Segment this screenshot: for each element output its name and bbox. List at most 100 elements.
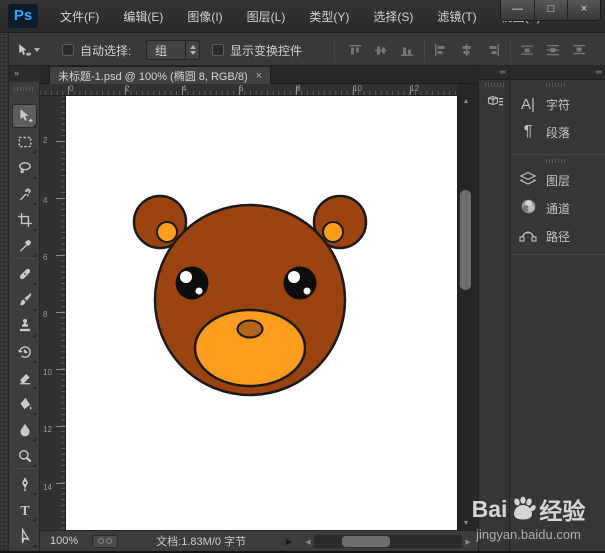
align-vertical-centers-button[interactable] [370,40,392,60]
move-tool-icon [16,43,31,58]
scroll-left-icon[interactable]: ◀ [302,538,314,546]
menu-type[interactable]: 类型(Y) [297,8,361,25]
horizontal-ruler[interactable]: 0 2 4 6 8 10 12 [40,84,457,96]
horizontal-scrollbar-thumb[interactable] [342,536,390,547]
align-vertical-centers-icon [373,43,389,57]
spot-healing-brush-tool[interactable] [12,262,37,286]
panel-button-character[interactable]: A| 字符 [510,90,605,118]
move-tool[interactable] [12,104,37,128]
paint-bucket-tool[interactable] [12,392,37,416]
3d-panel-button[interactable] [483,90,507,114]
menu-select[interactable]: 选择(S) [361,8,425,25]
paths-panel-icon [518,227,538,245]
dock-grip[interactable] [485,83,505,87]
horizontal-scrollbar-track[interactable] [314,535,462,548]
scroll-right-icon[interactable]: ▶ [462,538,474,546]
eye-highlight [196,288,203,295]
close-button[interactable]: × [567,0,600,20]
menu-layer[interactable]: 图层(L) [235,8,298,25]
divider [13,258,36,259]
vertical-scrollbar-thumb[interactable] [460,190,471,290]
panel-button-paragraph[interactable]: ¶ 段落 [510,118,605,146]
3d-panel-icon [486,93,505,112]
dock-collapse-button[interactable]: «« [479,66,509,80]
status-menu-arrow-icon[interactable]: ▶ [286,537,292,546]
menu-file[interactable]: 文件(F) [48,8,111,25]
move-tool-icon [17,108,33,124]
bear-left-inner-ear [157,222,177,242]
align-bottom-edges-button[interactable] [396,40,418,60]
eyedropper-icon [17,238,33,254]
ruler-number: 2 [43,137,52,145]
path-selection-tool[interactable] [12,524,37,548]
align-right-edges-icon [485,43,501,57]
eraser-tool[interactable] [12,366,37,390]
dock-collapse-button[interactable]: «« [510,66,605,80]
tools-panel: » [9,66,40,553]
distribute-top-edges-button[interactable] [516,40,538,60]
panel-button-layers[interactable]: 图层 [510,166,605,194]
crop-tool[interactable] [12,208,37,232]
menu-image[interactable]: 图像(I) [175,8,234,25]
show-transform-checkbox[interactable] [212,44,224,56]
menu-edit[interactable]: 编辑(E) [111,8,175,25]
toolbar-grip[interactable] [14,87,34,91]
history-brush-tool[interactable] [12,340,37,364]
status-options-icon[interactable] [92,535,118,548]
align-horizontal-centers-button[interactable] [456,40,478,60]
align-top-edges-button[interactable] [344,40,366,60]
ruler-number: 6 [43,254,52,262]
maximize-button[interactable]: □ [534,0,567,20]
move-tool-preset[interactable] [16,34,40,66]
divider [13,468,36,469]
document-tab-title: 未标题-1.psd @ 100% (椭圆 8, RGB/8) [58,68,248,84]
dock-grip[interactable] [546,159,566,163]
pen-tool[interactable] [12,472,37,496]
scroll-down-icon[interactable]: ▼ [458,518,474,530]
ruler-number: 2 [125,84,129,93]
horizontal-scrollbar[interactable]: ◀ ▶ [302,534,474,549]
window-controls: — □ × [500,0,601,21]
document-window: 未标题-1.psd @ 100% (椭圆 8, RGB/8) × 0 2 4 6… [40,66,478,553]
menu-filter[interactable]: 滤镜(T) [425,8,488,25]
brush-tool[interactable] [12,288,37,312]
auto-select-checkbox[interactable] [62,44,74,56]
dropdown-spinner-icon[interactable] [185,41,199,59]
eye-highlight [180,271,192,283]
distribute-vertical-centers-button[interactable] [542,40,564,60]
eyedropper-tool[interactable] [12,234,37,258]
document-tab[interactable]: 未标题-1.psd @ 100% (椭圆 8, RGB/8) × [49,66,271,84]
panel-edge-grip[interactable] [0,34,9,553]
tab-close-icon[interactable]: × [256,70,262,82]
toolbar-collapse-button[interactable]: » [9,66,40,82]
canvas[interactable] [66,96,457,530]
clone-stamp-tool[interactable] [12,314,37,338]
distribute-top-edges-icon [519,43,535,57]
magic-wand-tool[interactable] [12,182,37,206]
scroll-up-icon[interactable]: ▲ [458,96,474,108]
distribute-bottom-edges-button[interactable] [568,40,590,60]
minimize-button[interactable]: — [501,0,534,20]
vertical-scrollbar[interactable]: ▲ ▼ [457,96,473,530]
lasso-tool[interactable] [12,156,37,180]
blur-tool[interactable] [12,418,37,442]
document-size-info: 文档:1.83M/0 字节 [156,533,246,549]
rectangular-marquee-tool[interactable] [12,130,37,154]
panel-button-channels[interactable]: 通道 [510,194,605,222]
align-left-edges-button[interactable] [430,40,452,60]
type-tool[interactable]: T [12,498,37,522]
panel-label: 路径 [546,228,570,245]
align-right-edges-button[interactable] [482,40,504,60]
ruler-number: 4 [43,197,52,205]
dock-grip[interactable] [546,83,566,87]
auto-select-dropdown[interactable]: 组 [146,40,200,60]
vertical-ruler[interactable]: 2 4 6 8 10 12 14 [40,96,66,530]
paragraph-panel-icon: ¶ [518,123,538,141]
history-brush-icon [17,344,33,360]
dodge-tool[interactable] [12,444,37,468]
menu-bar: Ps 文件(F) 编辑(E) 图像(I) 图层(L) 类型(Y) 选择(S) 滤… [0,0,605,33]
crop-icon [17,212,33,228]
panel-button-paths[interactable]: 路径 [510,222,605,250]
bear-left-eye [176,267,209,300]
zoom-level-field[interactable]: 100% [50,535,78,547]
